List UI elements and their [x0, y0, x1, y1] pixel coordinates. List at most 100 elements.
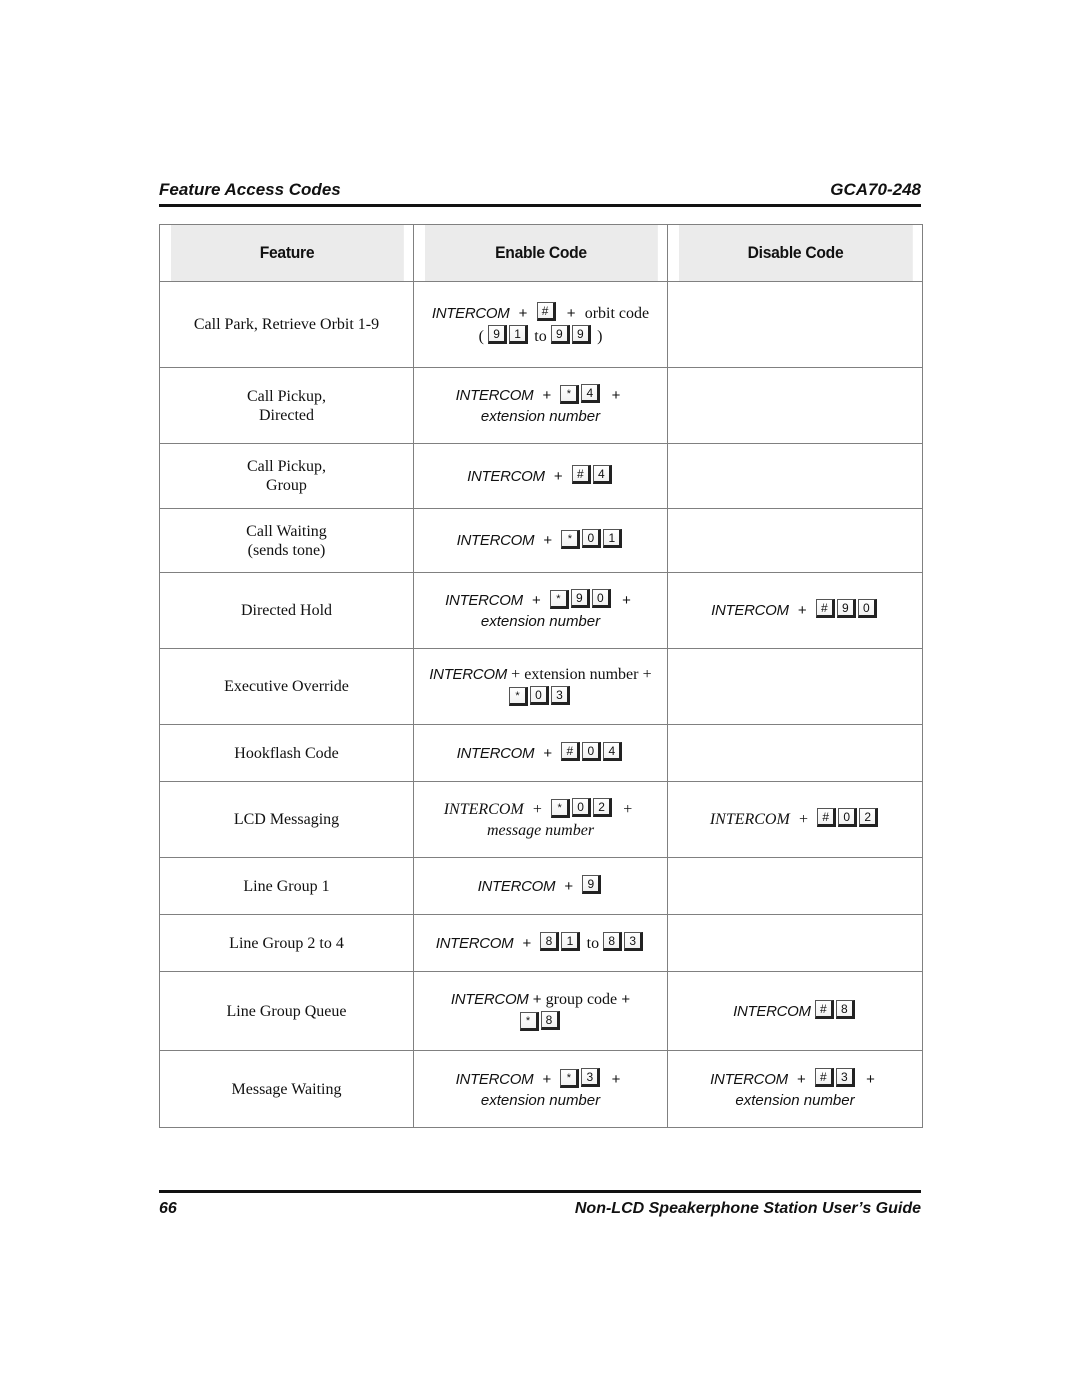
key-star: *: [560, 385, 580, 404]
intercom-label: INTERCOM: [450, 990, 529, 1008]
feature-cell: Executive Override: [159, 648, 414, 725]
column-header-disable-code: Disable Code: [677, 224, 913, 282]
table-row: Message Waiting INTERCOM + * 3 + extensio…: [159, 1050, 923, 1128]
feature-cell: LCD Messaging: [159, 781, 414, 858]
intercom-label: INTERCOM: [711, 602, 789, 619]
key-3: 3: [581, 1067, 601, 1087]
plus-sign: +: [542, 1070, 552, 1088]
feature-name-line2: Directed: [258, 406, 315, 424]
key-0: 0: [582, 741, 602, 761]
disable-code-cell: [667, 281, 923, 368]
feature-cell: Line Group 1: [159, 857, 414, 915]
feature-cell: Call Pickup, Group: [159, 443, 414, 509]
document-code: GCA70-248: [830, 180, 921, 199]
key-9: 9: [488, 324, 508, 344]
plus-sign: +: [543, 744, 553, 762]
key-3: 3: [835, 1067, 855, 1087]
feature-cell: Message Waiting: [159, 1050, 414, 1128]
key-1: 1: [603, 529, 623, 548]
code-note: extension number: [480, 1091, 601, 1109]
range-to: to: [586, 934, 600, 952]
plus-sign: +: [611, 387, 621, 404]
paren-close: ): [597, 327, 603, 345]
key-hash: #: [817, 808, 837, 827]
table-row: Line Group 2 to 4 INTERCOM + 81 to 83: [159, 914, 923, 972]
plus-sign: +: [566, 304, 576, 322]
intercom-label: INTERCOM: [443, 801, 524, 818]
plus-sign: +: [553, 467, 563, 485]
enable-code-cell: INTERCOM + * 0 1: [413, 508, 668, 573]
plus-sign: +: [532, 801, 542, 818]
feature-cell: Call Pickup, Directed: [159, 367, 414, 444]
key-star: *: [551, 799, 571, 818]
intercom-label: INTERCOM: [455, 1070, 534, 1088]
table-header-row: Feature Enable Code Disable Code: [160, 224, 923, 282]
plus-sign: +: [518, 304, 528, 322]
key-0: 0: [530, 686, 549, 705]
key-9: 9: [582, 874, 602, 894]
key-9: 9: [550, 324, 570, 344]
intercom-label: INTERCOM: [431, 304, 510, 322]
plus-sign: +: [796, 1070, 806, 1088]
plus-sign: +: [522, 934, 532, 952]
table-row: Call Pickup, Group INTERCOM + #4: [159, 443, 923, 509]
plus-sign: +: [511, 666, 521, 683]
feature-cell: Directed Hold: [159, 572, 414, 649]
enable-code-cell: INTERCOM + 81 to 83: [413, 914, 668, 972]
key-4: 4: [581, 384, 601, 403]
paren-open: (: [478, 327, 484, 345]
enable-code-cell: INTERCOM + * 4 + extension number: [413, 367, 668, 444]
disable-code-cell: [667, 857, 923, 915]
header-rule: [159, 204, 921, 207]
key-0: 0: [582, 529, 602, 548]
key-0: 0: [572, 798, 592, 817]
disable-code-cell: INTERCOM + #3 + extension number: [667, 1050, 923, 1128]
enable-code-cell: INTERCOM + #4: [413, 443, 668, 509]
disable-code-cell: [667, 367, 923, 444]
key-1: 1: [509, 324, 529, 344]
key-2: 2: [593, 798, 613, 817]
table-row: Call Waiting (sends tone) INTERCOM + * 0 1: [159, 508, 923, 573]
table-row: Call Park, Retrieve Orbit 1-9 INTERCOM +…: [159, 281, 923, 368]
plus-sign: +: [532, 990, 542, 1008]
plus-sign: +: [797, 602, 807, 619]
column-header-label: Feature: [259, 243, 314, 262]
disable-code-cell: INTERCOM #8: [667, 971, 923, 1051]
running-header: Feature Access Codes GCA70-248: [159, 180, 921, 202]
key-0: 0: [838, 808, 858, 827]
code-note: extension number: [480, 408, 601, 425]
key-9: 9: [836, 599, 856, 618]
range-to: to: [534, 327, 547, 345]
disable-code-cell: [667, 724, 923, 782]
feature-name: Call Pickup,: [246, 387, 327, 405]
disable-code-cell: [667, 443, 923, 509]
code-text: orbit code: [584, 304, 650, 322]
enable-code-cell: INTERCOM + * 9 0 + extension number: [413, 572, 668, 649]
plus-sign: +: [564, 877, 574, 895]
plus-sign: +: [543, 532, 553, 549]
disable-code-cell: INTERCOM + #9 0: [667, 572, 923, 649]
feature-name: Hookflash Code: [234, 744, 339, 762]
code-text: extension number: [524, 666, 639, 683]
key-star: *: [509, 687, 528, 706]
key-hash: #: [814, 999, 834, 1019]
feature-name: Message Waiting: [231, 1080, 342, 1098]
column-header-label: Disable Code: [747, 243, 843, 262]
plus-sign: +: [531, 592, 541, 609]
plus-sign: +: [611, 1070, 621, 1088]
intercom-label: INTERCOM: [455, 387, 534, 404]
key-1: 1: [561, 931, 581, 951]
key-hash: #: [536, 301, 556, 321]
key-hash: #: [815, 599, 835, 618]
intercom-label: INTERCOM: [733, 1002, 811, 1020]
feature-name-line2: Group: [266, 477, 307, 494]
running-footer: 66 Non-LCD Speakerphone Station User’s G…: [159, 1200, 921, 1222]
intercom-label: INTERCOM: [456, 744, 535, 762]
enable-code-cell: INTERCOM + 9: [413, 857, 668, 915]
enable-code-cell: INTERCOM + * 0 2 + message number: [413, 781, 668, 858]
key-0: 0: [591, 589, 611, 608]
key-star: *: [519, 1011, 539, 1031]
enable-code-cell: INTERCOM + * 3 + extension number: [413, 1050, 668, 1128]
intercom-label: INTERCOM: [435, 934, 514, 952]
key-8: 8: [835, 999, 855, 1019]
